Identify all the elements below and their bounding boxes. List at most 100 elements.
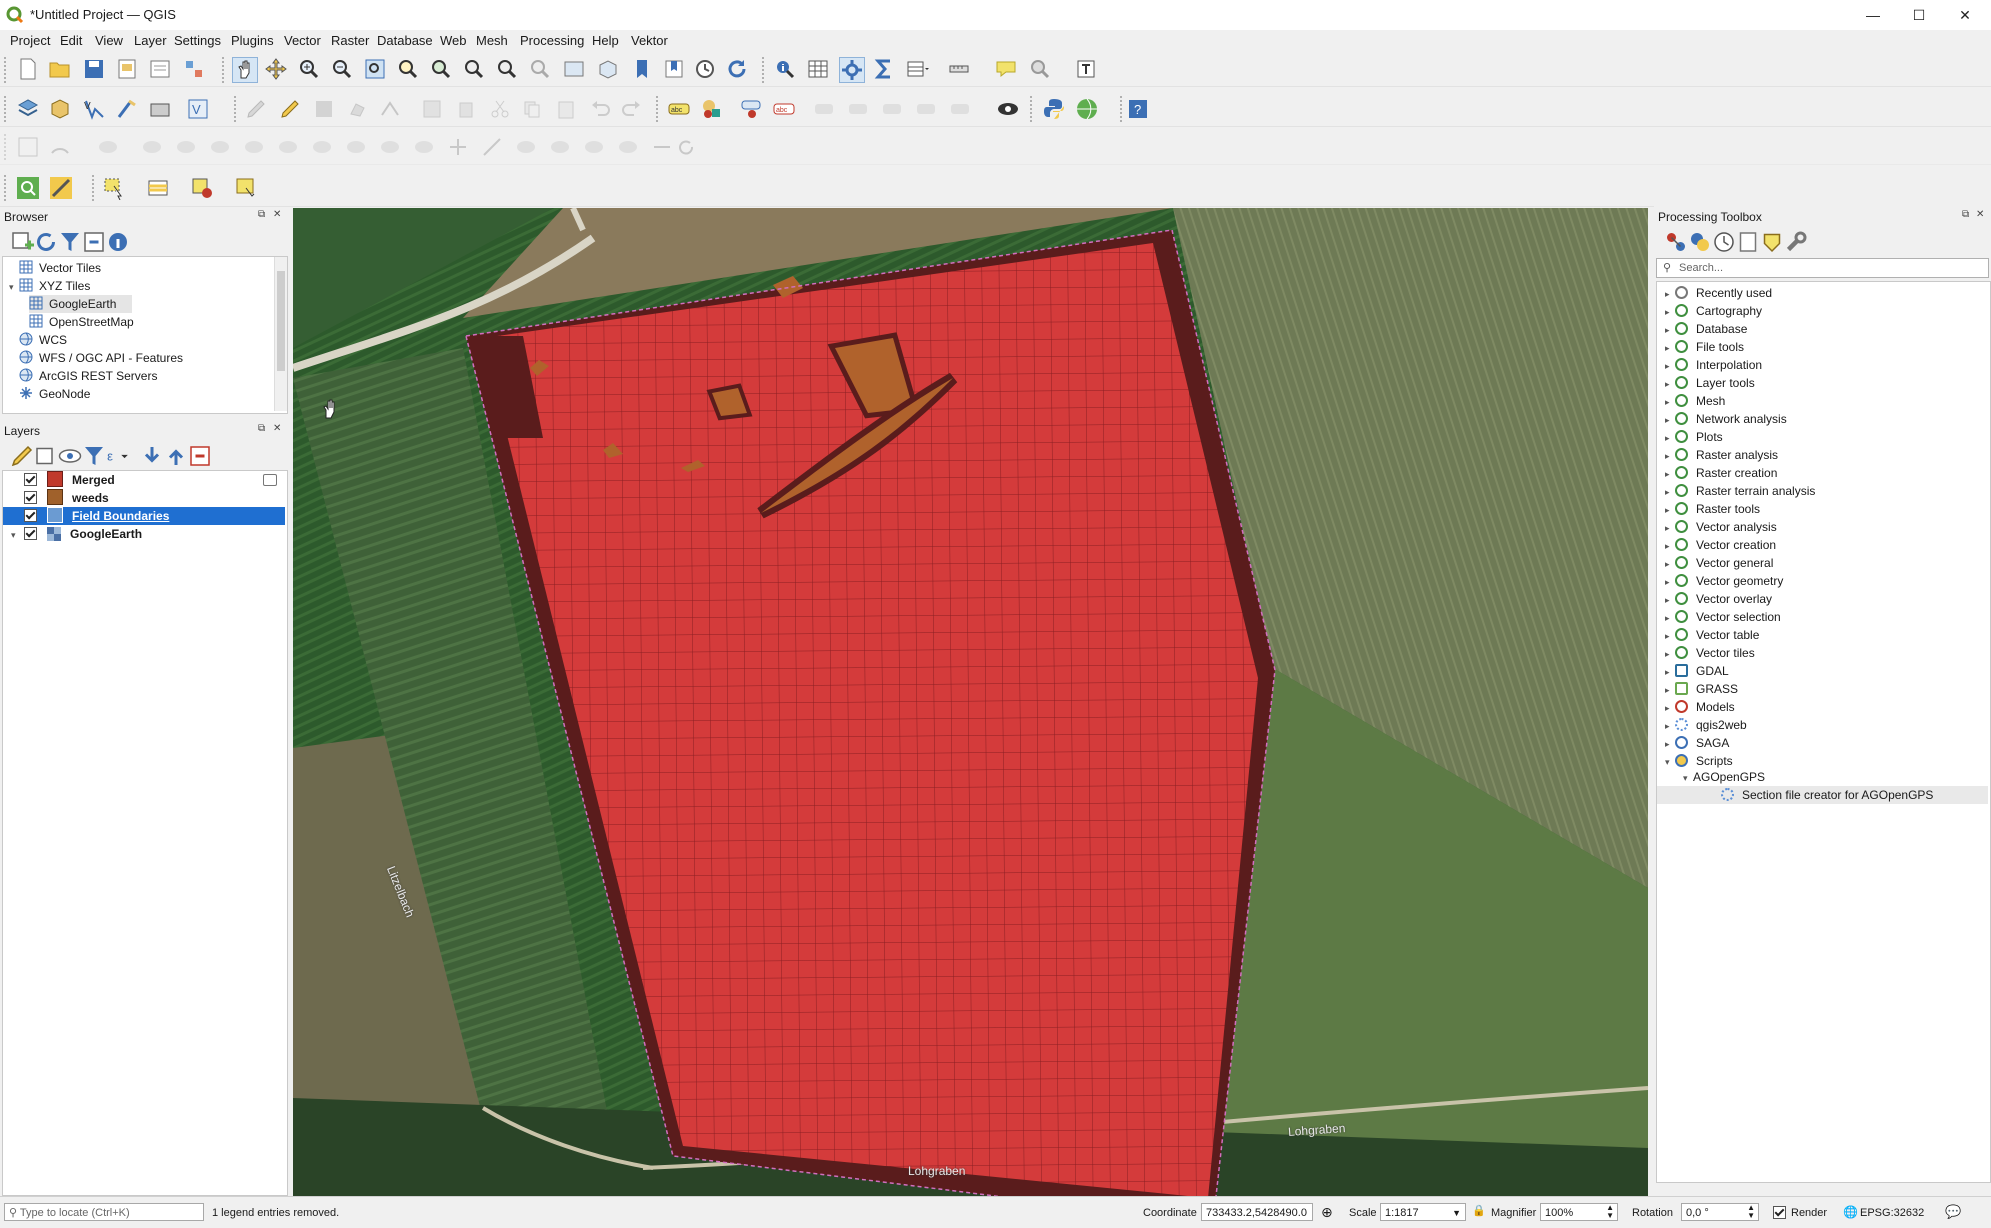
- split-features-icon[interactable]: [446, 135, 470, 159]
- map-canvas[interactable]: Litzelbach Lohgraben Lohgraben: [293, 208, 1648, 1196]
- new-geopackage-icon[interactable]: [48, 97, 72, 121]
- models-toolbar-icon[interactable]: [1664, 230, 1685, 251]
- map-tips-icon[interactable]: [994, 57, 1018, 81]
- measure-tool-icon[interactable]: [49, 176, 73, 200]
- locator-icon[interactable]: [1028, 57, 1052, 81]
- rotate-point-symbols-icon[interactable]: [582, 135, 606, 159]
- reverse-line-icon[interactable]: [344, 135, 368, 159]
- trim-extend-icon[interactable]: [378, 135, 402, 159]
- messages-icon[interactable]: 💬: [1945, 1204, 1961, 1220]
- layer-item-googleearth[interactable]: ▾ GoogleEarth: [3, 525, 285, 543]
- float-panel-icon[interactable]: ⧉: [258, 209, 265, 220]
- move-label-icon[interactable]: [812, 97, 836, 121]
- proc-item-raster-creation[interactable]: ▸ Raster creation: [1665, 464, 1777, 482]
- paste-features-icon[interactable]: [554, 97, 578, 121]
- offset-curve-icon[interactable]: [310, 135, 334, 159]
- toolbar-handle[interactable]: [1030, 96, 1037, 122]
- zoom-to-layer-icon[interactable]: [429, 57, 453, 81]
- current-edits-icon[interactable]: [244, 97, 268, 121]
- toolbar-handle[interactable]: [762, 57, 769, 83]
- browser-item-wcs[interactable]: WCS: [9, 331, 67, 349]
- new-scratch-layer-icon[interactable]: [115, 97, 139, 121]
- open-project-icon[interactable]: [48, 57, 72, 81]
- options-wrench-icon[interactable]: [1784, 230, 1807, 252]
- float-panel-icon[interactable]: ⧉: [1962, 209, 1969, 220]
- data-source-manager-icon[interactable]: [16, 97, 40, 121]
- browser-item-openstreetmap[interactable]: OpenStreetMap: [29, 313, 134, 331]
- add-group-icon[interactable]: [34, 444, 53, 465]
- toolbox-icon[interactable]: [839, 57, 865, 83]
- proc-item-cartography[interactable]: ▸ Cartography: [1665, 302, 1762, 320]
- proc-item-qgis2web[interactable]: ▸ qgis2web: [1665, 716, 1747, 734]
- pin-labels-icon[interactable]: [740, 97, 764, 121]
- delete-ring-icon[interactable]: [208, 135, 232, 159]
- label-callout-icon[interactable]: [948, 97, 972, 121]
- scripts-toolbar-icon[interactable]: [1688, 230, 1709, 251]
- select-by-value-icon[interactable]: [146, 176, 170, 200]
- menu-mesh[interactable]: Mesh: [476, 33, 508, 48]
- edit-features-in-place-icon[interactable]: [1760, 230, 1781, 253]
- proc-item-raster-analysis[interactable]: ▸ Raster analysis: [1665, 446, 1778, 464]
- filter-expression-icon[interactable]: ε: [106, 444, 128, 463]
- coordinate-input[interactable]: 733433.2,5428490.0: [1201, 1203, 1313, 1221]
- toolbar-handle[interactable]: [92, 175, 99, 201]
- menu-settings[interactable]: Settings: [174, 33, 221, 48]
- open-table-dropdown-icon[interactable]: [905, 57, 929, 81]
- align-features-icon[interactable]: [650, 135, 674, 159]
- toolbar-handle[interactable]: [4, 96, 11, 122]
- float-panel-icon[interactable]: ⧉: [258, 423, 265, 434]
- style-manager-icon[interactable]: [182, 57, 206, 81]
- add-layer-icon[interactable]: [10, 230, 34, 250]
- proc-item-vector-geometry[interactable]: ▸ Vector geometry: [1665, 572, 1783, 590]
- show-bookmarks-icon[interactable]: [662, 57, 686, 81]
- rotate-feature-icon[interactable]: [674, 135, 698, 159]
- change-label-icon[interactable]: [880, 97, 904, 121]
- lock-scale-icon[interactable]: 🔒: [1472, 1204, 1486, 1217]
- menu-plugins[interactable]: Plugins: [231, 33, 274, 48]
- new-virtual-layer-icon[interactable]: [148, 97, 172, 121]
- vertex-tool-icon[interactable]: [378, 97, 402, 121]
- proc-item-recently-used[interactable]: ▸ Recently used: [1665, 284, 1772, 302]
- browser-scrollbar[interactable]: [274, 257, 287, 411]
- search-locator-icon[interactable]: [16, 176, 40, 200]
- refresh-browser-icon[interactable]: [34, 230, 55, 251]
- undo-icon[interactable]: [588, 97, 612, 121]
- layer-item-field-boundaries[interactable]: Field Boundaries: [3, 507, 285, 525]
- crs-label[interactable]: EPSG:32632: [1860, 1207, 1924, 1219]
- browser-item-arcgis[interactable]: ArcGIS REST Servers: [9, 367, 157, 385]
- cut-features-icon[interactable]: [488, 97, 512, 121]
- layer-visibility-checkbox[interactable]: [24, 527, 38, 540]
- browser-item-wfs[interactable]: WFS / OGC API - Features: [9, 349, 183, 367]
- rotation-spinbox[interactable]: 0,0 ° ▲ ▼: [1681, 1203, 1759, 1221]
- zoom-in-icon[interactable]: [297, 57, 321, 81]
- zoom-full-icon[interactable]: [363, 57, 387, 81]
- proc-item-section-file-creator[interactable]: Section file creator for AGOpenGPS: [1657, 786, 1988, 804]
- toolbar-handle[interactable]: [656, 96, 663, 122]
- close-panel-icon[interactable]: ✕: [273, 423, 281, 434]
- rotate-label-icon[interactable]: [846, 97, 870, 121]
- locator-search-input[interactable]: ⚲ Type to locate (Ctrl+K): [4, 1203, 204, 1221]
- menu-help[interactable]: Help: [592, 33, 619, 48]
- new-map-view-icon[interactable]: [562, 57, 586, 81]
- show-hide-labels-icon[interactable]: abc: [772, 97, 796, 121]
- proc-item-file-tools[interactable]: ▸ File tools: [1665, 338, 1744, 356]
- refresh-icon[interactable]: [725, 57, 749, 81]
- magnifier-spinbox[interactable]: 100% ▲ ▼: [1540, 1203, 1618, 1221]
- spin-arrows-icon[interactable]: ▲ ▼: [1747, 1204, 1755, 1220]
- deselect-all-icon[interactable]: [190, 176, 214, 200]
- proc-item-mesh[interactable]: ▸ Mesh: [1665, 392, 1725, 410]
- zoom-to-selection-icon[interactable]: [396, 57, 420, 81]
- delete-selected-icon[interactable]: [454, 97, 478, 121]
- toolbar-handle[interactable]: [222, 57, 229, 83]
- proc-item-vector-selection[interactable]: ▸ Vector selection: [1665, 608, 1781, 626]
- proc-item-vector-table[interactable]: ▸ Vector table: [1665, 626, 1759, 644]
- simplify-feature-icon[interactable]: [412, 135, 436, 159]
- add-part-icon[interactable]: [140, 135, 164, 159]
- toolbar-handle[interactable]: [4, 57, 11, 83]
- proc-item-raster-terrain-analysis[interactable]: ▸ Raster terrain analysis: [1665, 482, 1815, 500]
- proc-item-network-analysis[interactable]: ▸ Network analysis: [1665, 410, 1787, 428]
- layer-visibility-checkbox[interactable]: [24, 509, 38, 522]
- menu-layer[interactable]: Layer: [134, 33, 167, 48]
- new-vector-tile-icon[interactable]: V: [186, 97, 210, 121]
- browser-item-vector-tiles[interactable]: Vector Tiles: [9, 259, 101, 277]
